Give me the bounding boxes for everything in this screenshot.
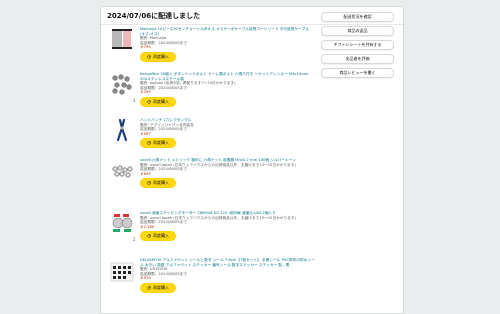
buy-again-button[interactable]: 再度購入	[140, 96, 176, 107]
item-price: ￥970	[140, 276, 151, 281]
hex-nut-icon[interactable]	[110, 160, 134, 184]
bolt-icon[interactable]	[110, 72, 134, 96]
refresh-icon	[147, 141, 151, 146]
item-title[interactable]: Keityoffice 50個入 ボタンヘッドボルト ドーム頭ボルト 六角穴付き…	[140, 72, 315, 81]
track-package-button[interactable]: 配送状況を確認	[321, 12, 394, 22]
buy-again-label: 再度購入	[153, 53, 169, 59]
buy-again-button[interactable]: 再度購入	[140, 231, 176, 242]
item-price: ￥399	[140, 90, 151, 95]
item-title[interactable]: DELVAEFOX アルファベット シールと数字 シール 7.6cm【7枚セット…	[140, 258, 315, 267]
write-review-button[interactable]: 商品レビューを書く	[321, 68, 394, 78]
stepper-motor-icon[interactable]	[110, 211, 134, 235]
alphabet-sticker-icon[interactable]	[110, 260, 134, 284]
buy-again-label: 再度購入	[153, 284, 169, 290]
item-quantity: 3	[133, 98, 136, 103]
item-title[interactable]: uxcell 六角ナット メトリック 粗めに 六角ナット 炭素鋼 M4x0.7 …	[140, 158, 315, 163]
refresh-icon	[147, 100, 151, 104]
item-price: ￥2,180	[140, 224, 155, 229]
buy-again-label: 再度購入	[153, 180, 169, 186]
buy-again-button[interactable]: 再度購入	[140, 178, 176, 189]
hand-punch-icon[interactable]	[110, 118, 134, 142]
buy-again-label: 再度購入	[153, 98, 169, 104]
return-items-button[interactable]: 商品の返品	[321, 26, 394, 36]
refresh-icon	[147, 181, 151, 186]
item-title[interactable]: Mallunjia 10ピース30センチメートルJRオス-オスサーボケーブル延長…	[140, 27, 315, 36]
refresh-icon	[147, 286, 151, 290]
item-quantity: 2	[133, 237, 136, 242]
buy-again-button[interactable]: 再度購入	[140, 282, 176, 293]
buy-again-button[interactable]: 再度購入	[140, 51, 176, 62]
item-price: ￥845	[140, 171, 151, 176]
refresh-icon	[147, 55, 151, 59]
item-price: ￥587	[140, 131, 151, 136]
servo-cable-icon[interactable]	[110, 27, 134, 51]
share-gift-receipt-button[interactable]: ギフトレシートを共有する	[321, 40, 394, 50]
item-price: ￥799	[140, 45, 151, 50]
buy-again-button[interactable]: 再度購入	[140, 138, 176, 149]
rate-seller-button[interactable]: 出品者を評価	[321, 54, 394, 64]
order-actions: 配送状況を確認 商品の返品 ギフトレシートを共有する 出品者を評価 商品レビュー…	[321, 12, 394, 82]
buy-again-label: 再度購入	[153, 233, 169, 239]
refresh-icon	[147, 234, 151, 239]
buy-again-label: 再度購入	[153, 140, 169, 146]
